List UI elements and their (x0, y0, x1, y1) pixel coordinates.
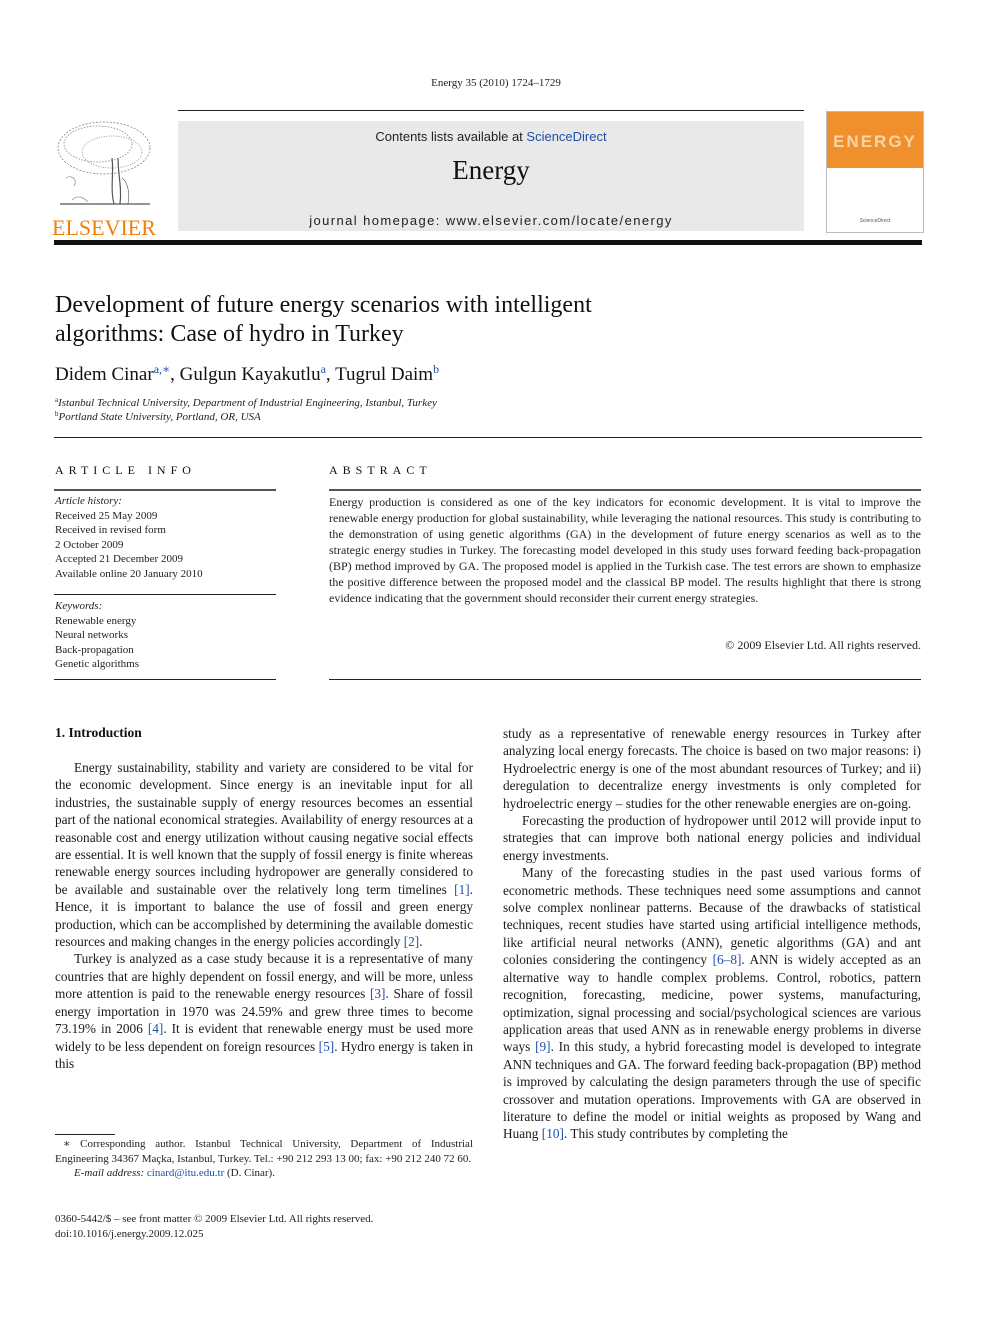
keyword: Renewable energy (55, 614, 137, 627)
elsevier-wordmark: ELSEVIER (52, 215, 156, 240)
paragraph: Energy sustainability, stability and var… (55, 759, 473, 950)
text-run: . This study contributes by completing t… (563, 1126, 788, 1142)
front-matter: 0360-5442/$ – see front matter © 2009 El… (55, 1212, 373, 1241)
email-link[interactable]: cinard@itu.edu.tr (147, 1167, 224, 1179)
keywords-label: Keywords: (55, 600, 103, 612)
history-item: Accepted 21 December 2009 (55, 553, 183, 565)
history-item: Available online 20 January 2010 (55, 567, 203, 580)
history-item: Received 25 May 2009 (55, 509, 158, 522)
cover-title: ENERGY (833, 132, 917, 151)
citation-link[interactable]: [4] (148, 1021, 164, 1036)
keyword: Neural networks (55, 629, 129, 641)
author-name[interactable]: Didem Cinar (55, 364, 154, 385)
divider (54, 437, 922, 438)
sciencedirect-link[interactable]: ScienceDirect (526, 129, 606, 144)
affiliation: aIstanbul Technical University, Departme… (55, 396, 437, 409)
article-title: Development of future energy scenarios w… (55, 291, 755, 349)
journal-name: Energy (452, 155, 530, 185)
author-affiliation-mark[interactable]: a,∗ (154, 362, 170, 376)
email-label: E-mail address: (74, 1167, 145, 1179)
article-history: Article history: Received 25 May 2009 Re… (55, 494, 203, 581)
paragraph: study as a representative of renewable e… (503, 726, 921, 811)
citation-link[interactable]: [10] (542, 1126, 564, 1141)
citation-link[interactable]: [6–8] (713, 952, 742, 967)
cover-footer: ScienceDirect (859, 218, 891, 224)
header-thick-rule (54, 240, 922, 245)
contents-prefix: Contents lists available at (375, 129, 527, 144)
affiliation-text: Portland State University, Portland, OR,… (58, 411, 261, 423)
citation-link[interactable]: [3] (370, 986, 386, 1001)
email-line: E-mail address: cinard@itu.edu.tr (D. Ci… (55, 1166, 473, 1181)
text-run: Energy sustainability, stability and var… (55, 760, 473, 897)
elsevier-logo[interactable]: ELSEVIER (52, 118, 156, 240)
article-title-line-1: Development of future energy scenarios w… (55, 292, 592, 318)
divider (54, 679, 276, 680)
journal-homepage-link[interactable]: journal homepage: www.elsevier.com/locat… (178, 213, 804, 228)
text-run: . (419, 934, 423, 950)
abstract-text: Energy production is considered as one o… (329, 495, 921, 605)
divider (329, 679, 921, 680)
citation-link[interactable]: [5] (319, 1039, 335, 1054)
author-name[interactable]: Gulgun Kayakutlu (180, 364, 321, 385)
keyword: Genetic algorithms (55, 658, 140, 670)
header-top-rule (178, 110, 804, 111)
running-head: Energy 35 (2010) 1724–1729 (431, 77, 561, 89)
history-item: 2 October 2009 (55, 538, 124, 551)
article-history-label: Article history: (55, 495, 122, 507)
body-left-column: Energy sustainability, stability and var… (55, 759, 473, 1072)
history-item: Received in revised form (55, 524, 166, 536)
contents-line: Contents lists available at ScienceDirec… (178, 129, 804, 144)
doi-link[interactable]: doi:10.1016/j.energy.2009.12.025 (55, 1227, 373, 1242)
keyword: Back-propagation (55, 643, 134, 656)
affiliation: bPortland State University, Portland, OR… (55, 410, 261, 423)
article-info-heading: ARTICLE INFO (55, 463, 196, 477)
citation-link[interactable]: [2] (404, 934, 420, 949)
journal-cover-thumbnail[interactable]: ENERGY ScienceDirect (826, 111, 924, 233)
article-title-line-2: algorithms: Case of hydro in Turkey (55, 321, 404, 347)
paragraph: Many of the forecasting studies in the p… (503, 864, 921, 1143)
author-list: Didem Cinara,∗, Gulgun Kayakutlua, Tugru… (55, 362, 440, 385)
elsevier-tree-icon (57, 121, 151, 205)
divider (54, 489, 276, 491)
email-suffix: (D. Cinar). (224, 1167, 275, 1179)
author-affiliation-mark[interactable]: b (433, 362, 439, 376)
citation-link[interactable]: [1] (454, 882, 470, 897)
body-right-column: study as a representative of renewable e… (503, 725, 921, 1143)
abstract-copyright: © 2009 Elsevier Ltd. All rights reserved… (725, 638, 921, 652)
footnote: ∗ Corresponding author. Istanbul Technic… (55, 1137, 473, 1181)
abstract-heading: ABSTRACT (329, 463, 432, 477)
author-name[interactable]: Tugrul Daim (335, 364, 433, 385)
divider (329, 489, 921, 491)
corresponding-author-note: ∗ Corresponding author. Istanbul Technic… (55, 1138, 473, 1165)
paragraph: Forecasting the production of hydropower… (503, 813, 921, 863)
section-heading-introduction: 1. Introduction (55, 725, 142, 740)
divider (54, 594, 276, 595)
issn-line: 0360-5442/$ – see front matter © 2009 El… (55, 1213, 374, 1225)
author-affiliation-mark[interactable]: a (321, 362, 326, 376)
journal-banner: Contents lists available at ScienceDirec… (178, 121, 804, 231)
paragraph: Turkey is analyzed as a case study becau… (55, 950, 473, 1072)
keywords: Keywords: Renewable energy Neural networ… (55, 599, 139, 672)
citation-link[interactable]: [9] (535, 1039, 551, 1054)
affiliation-text: Istanbul Technical University, Departmen… (58, 397, 437, 409)
footnote-rule (55, 1134, 115, 1135)
